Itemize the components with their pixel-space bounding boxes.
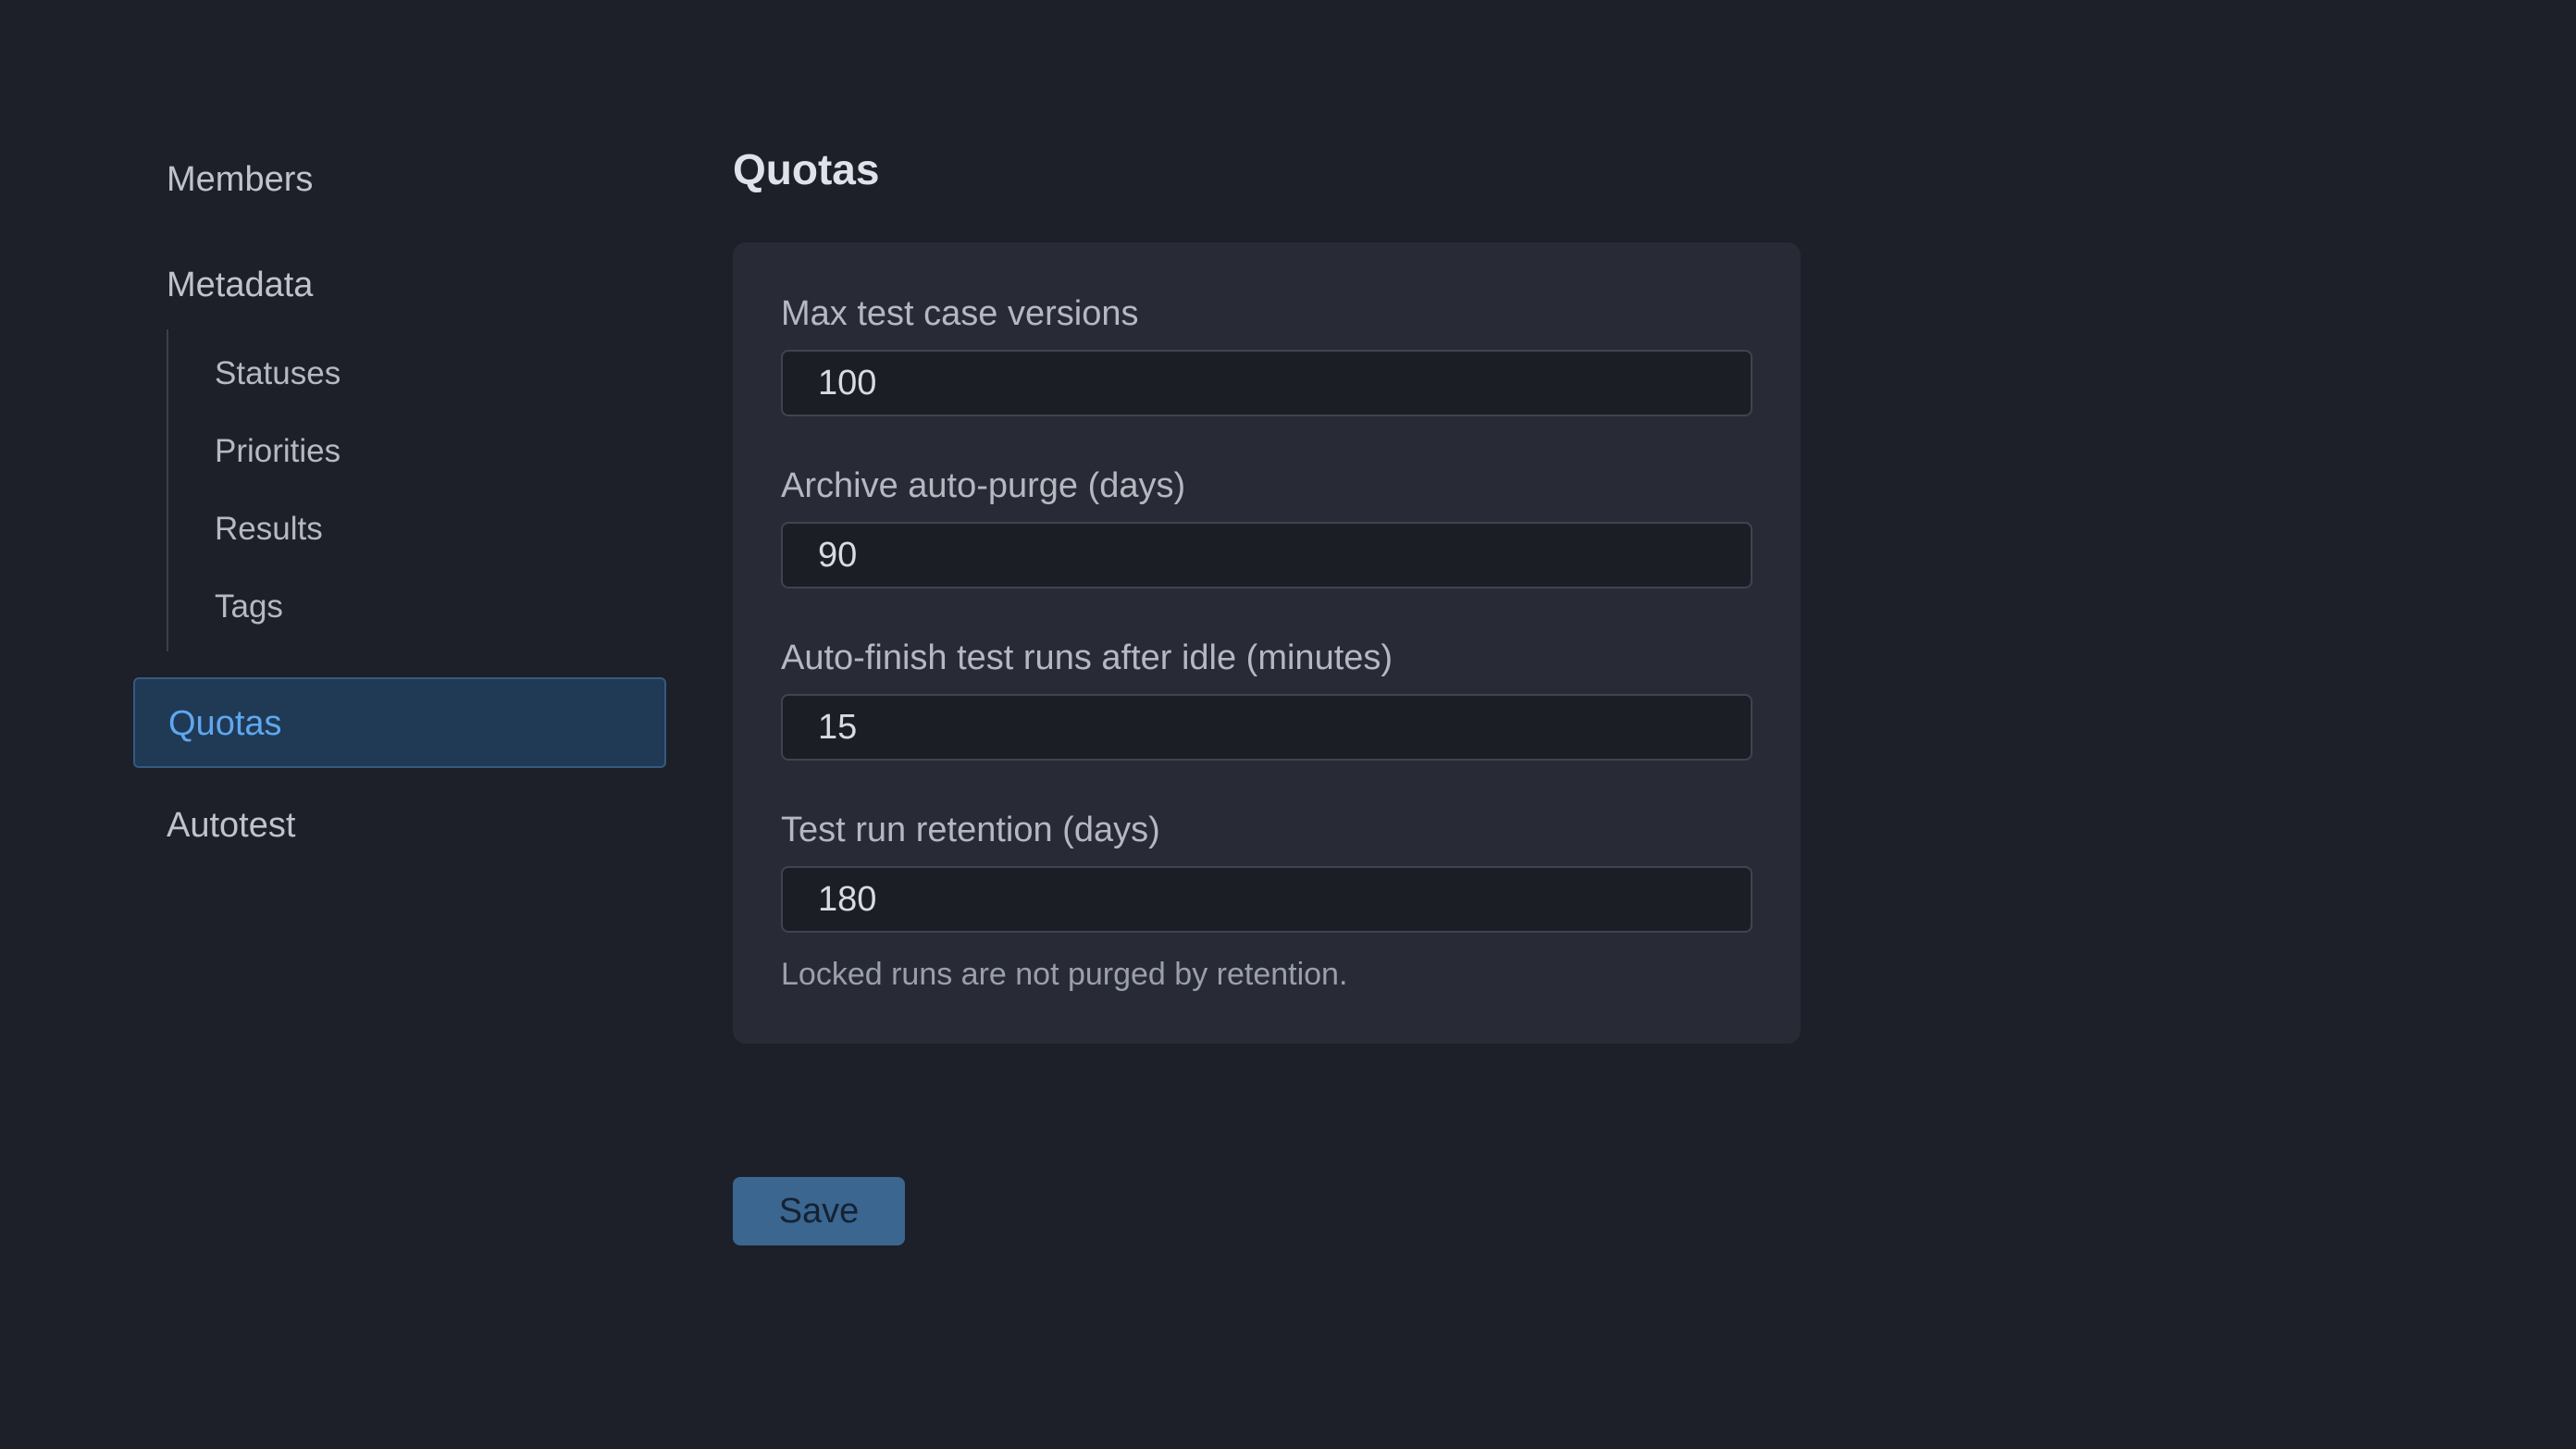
sidebar-item-statuses[interactable]: Statuses — [168, 335, 666, 413]
field-auto-finish-idle: Auto-finish test runs after idle (minute… — [781, 635, 1752, 761]
quotas-card: Max test case versions 100 Archive auto-… — [733, 242, 1801, 1044]
archive-auto-purge-input[interactable]: 90 — [781, 522, 1752, 588]
field-label: Test run retention (days) — [781, 811, 1160, 849]
sidebar-item-members[interactable]: Members — [133, 139, 666, 220]
metadata-subnav: Statuses Priorities Results Tags — [167, 329, 666, 651]
save-button[interactable]: Save — [733, 1177, 905, 1245]
sidebar-item-autotest[interactable]: Autotest — [133, 785, 666, 866]
sidebar-item-quotas[interactable]: Quotas — [133, 677, 666, 768]
test-run-retention-input[interactable]: 180 — [781, 866, 1752, 933]
auto-finish-idle-input[interactable]: 15 — [781, 694, 1752, 761]
max-test-case-versions-input[interactable]: 100 — [781, 350, 1752, 416]
field-test-run-retention: Test run retention (days) 180 — [781, 807, 1752, 933]
field-label: Max test case versions — [781, 294, 1139, 333]
field-label: Auto-finish test runs after idle (minute… — [781, 638, 1393, 677]
page-title: Quotas — [733, 145, 880, 193]
field-label: Archive auto-purge (days) — [781, 466, 1186, 505]
retention-help-text: Locked runs are not purged by retention. — [781, 957, 1348, 992]
field-max-test-case-versions: Max test case versions 100 — [781, 291, 1752, 416]
settings-sidebar: Members Metadata Statuses Priorities Res… — [133, 139, 666, 866]
sidebar-item-priorities[interactable]: Priorities — [168, 413, 666, 490]
sidebar-item-metadata[interactable]: Metadata — [133, 244, 666, 326]
field-archive-auto-purge: Archive auto-purge (days) 90 — [781, 463, 1752, 588]
sidebar-item-tags[interactable]: Tags — [168, 568, 666, 646]
quotas-panel: Quotas Max test case versions 100 Archiv… — [733, 139, 1801, 1044]
sidebar-item-results[interactable]: Results — [168, 490, 666, 568]
